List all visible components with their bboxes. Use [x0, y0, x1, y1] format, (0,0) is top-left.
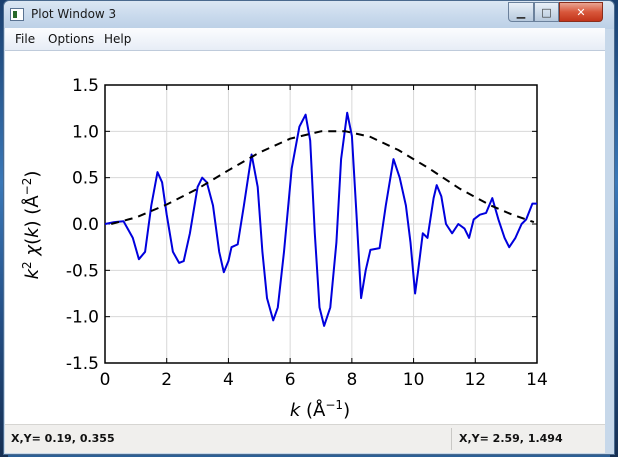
chart[interactable]: 0 2 4 6 8 10 12 14 -1.5 -1.0 -0.5 0.0 0.5 1.0 1.5 k (Å… — [5, 51, 605, 424]
close-button[interactable]: ✕ — [559, 2, 603, 22]
status-cursor-right: X,Y= 2.59, 1.494 — [459, 432, 563, 445]
y-tick-label: 1.5 — [72, 76, 99, 96]
y-tick-label: 0.0 — [72, 215, 99, 235]
series-group — [104, 111, 537, 327]
y-axis-label: k2 χ(k) (Å−2) — [20, 171, 43, 280]
chi-k-line — [104, 111, 537, 327]
app-icon — [10, 8, 24, 21]
x-tick-label: 6 — [285, 370, 296, 390]
x-tick-label: 2 — [161, 370, 172, 390]
x-tick-label: 4 — [223, 370, 234, 390]
y-tick-label: -0.5 — [66, 261, 99, 281]
x-tick-label: 0 — [100, 370, 111, 390]
x-tick-label: 12 — [464, 370, 486, 390]
menu-file[interactable]: File — [15, 32, 35, 46]
window-title: Plot Window 3 — [31, 7, 117, 21]
status-bar: X,Y= 0.19, 0.355 X,Y= 2.59, 1.494 — [5, 424, 605, 453]
x-tick-label: 8 — [346, 370, 357, 390]
y-tick-label: 1.0 — [72, 122, 99, 142]
minimize-button[interactable]: ▁ — [508, 2, 534, 22]
status-separator — [451, 428, 452, 450]
y-tick-label: -1.0 — [66, 308, 99, 328]
menu-bar: File Options Help — [5, 28, 605, 51]
y-tick-label: 0.5 — [72, 169, 99, 189]
y-tick-label: -1.5 — [66, 354, 99, 374]
status-cursor-left: X,Y= 0.19, 0.355 — [11, 432, 115, 445]
title-bar[interactable]: Plot Window 3 ▁ □ ✕ — [4, 1, 614, 29]
x-tick-label: 14 — [526, 370, 548, 390]
plot-canvas[interactable]: 0 2 4 6 8 10 12 14 -1.5 -1.0 -0.5 0.0 0.5 1.0 1.5 k (Å… — [5, 51, 605, 424]
x-tick-label: 10 — [403, 370, 425, 390]
menu-help[interactable]: Help — [104, 32, 131, 46]
menu-options[interactable]: Options — [48, 32, 94, 46]
x-axis-label: k (Å−1) — [290, 398, 350, 421]
maximize-button[interactable]: □ — [534, 2, 559, 22]
